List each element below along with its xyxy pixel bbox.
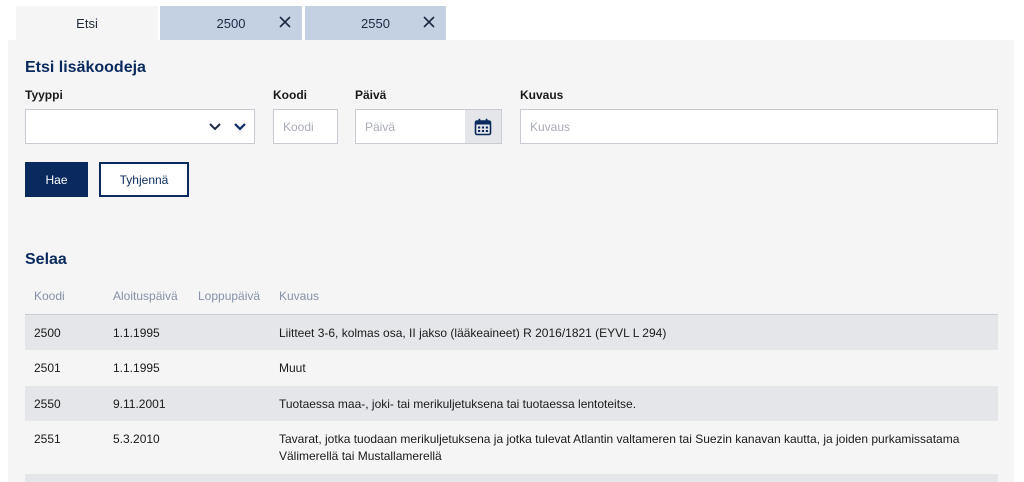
description-input[interactable] xyxy=(520,109,998,144)
cell-description: Muut xyxy=(279,361,306,375)
table-row[interactable]: 2551 5.3.2010 Tavarat, jotka tuodaan mer… xyxy=(25,421,998,474)
code-label: Koodi xyxy=(273,88,307,102)
cell-description: Liitteet 3-6, kolmas osa, II jakso (lääk… xyxy=(279,326,667,340)
table-row[interactable] xyxy=(25,474,998,482)
cell-code: 2500 xyxy=(34,326,61,340)
search-button[interactable]: Hae xyxy=(25,162,88,197)
column-header-code[interactable]: Koodi xyxy=(34,289,65,303)
cell-code: 2501 xyxy=(34,361,61,375)
table-row[interactable]: 2500 1.1.1995 Liitteet 3-6, kolmas osa, … xyxy=(25,315,998,350)
chevron-down-icon[interactable] xyxy=(234,123,246,131)
cell-description: Tavarat, jotka tuodaan merikuljetuksena … xyxy=(279,432,960,463)
calendar-icon xyxy=(474,118,492,135)
table-row[interactable]: 2550 9.11.2001 Tuotaessa maa-, joki- tai… xyxy=(25,386,998,421)
tab-label: 2550 xyxy=(361,15,390,31)
type-label: Tyyppi xyxy=(25,88,63,102)
cell-description: Tuotaessa maa-, joki- tai merikuljetukse… xyxy=(279,397,637,411)
chevron-down-icon xyxy=(209,123,221,131)
column-header-description[interactable]: Kuvaus xyxy=(279,289,319,303)
cell-start-date: 5.3.2010 xyxy=(113,432,160,446)
cell-code: 2550 xyxy=(34,397,61,411)
tab-label: Etsi xyxy=(76,15,98,31)
cell-start-date: 1.1.1995 xyxy=(113,361,160,375)
table-row[interactable]: 2501 1.1.1995 Muut xyxy=(25,350,998,386)
clear-button[interactable]: Tyhjennä xyxy=(99,162,189,197)
close-icon[interactable] xyxy=(422,15,436,29)
date-input[interactable] xyxy=(355,109,466,144)
search-panel: Etsi lisäkoodeja Tyyppi Koodi Päivä Kuva… xyxy=(8,40,1014,482)
column-header-start-date[interactable]: Aloituspäivä xyxy=(113,289,178,303)
cell-start-date: 1.1.1995 xyxy=(113,326,160,340)
description-label: Kuvaus xyxy=(520,88,564,102)
tab-2500[interactable]: 2500 xyxy=(160,6,302,40)
code-input[interactable] xyxy=(273,109,338,144)
tab-2550[interactable]: 2550 xyxy=(305,6,446,40)
date-label: Päivä xyxy=(355,88,387,102)
column-header-end-date[interactable]: Loppupäivä xyxy=(198,289,260,303)
calendar-button[interactable] xyxy=(465,109,502,144)
cell-code: 2551 xyxy=(34,432,61,446)
tab-label: 2500 xyxy=(216,15,246,31)
cell-start-date: 9.11.2001 xyxy=(113,397,166,411)
search-title: Etsi lisäkoodeja xyxy=(25,59,146,76)
tab-bar: Etsi 2500 2550 xyxy=(0,0,1024,40)
close-icon[interactable] xyxy=(278,15,292,29)
browse-title: Selaa xyxy=(25,251,67,268)
type-select[interactable] xyxy=(25,109,255,144)
results-table: 2500 1.1.1995 Liitteet 3-6, kolmas osa, … xyxy=(25,314,998,482)
tab-etsi[interactable]: Etsi xyxy=(16,6,158,40)
